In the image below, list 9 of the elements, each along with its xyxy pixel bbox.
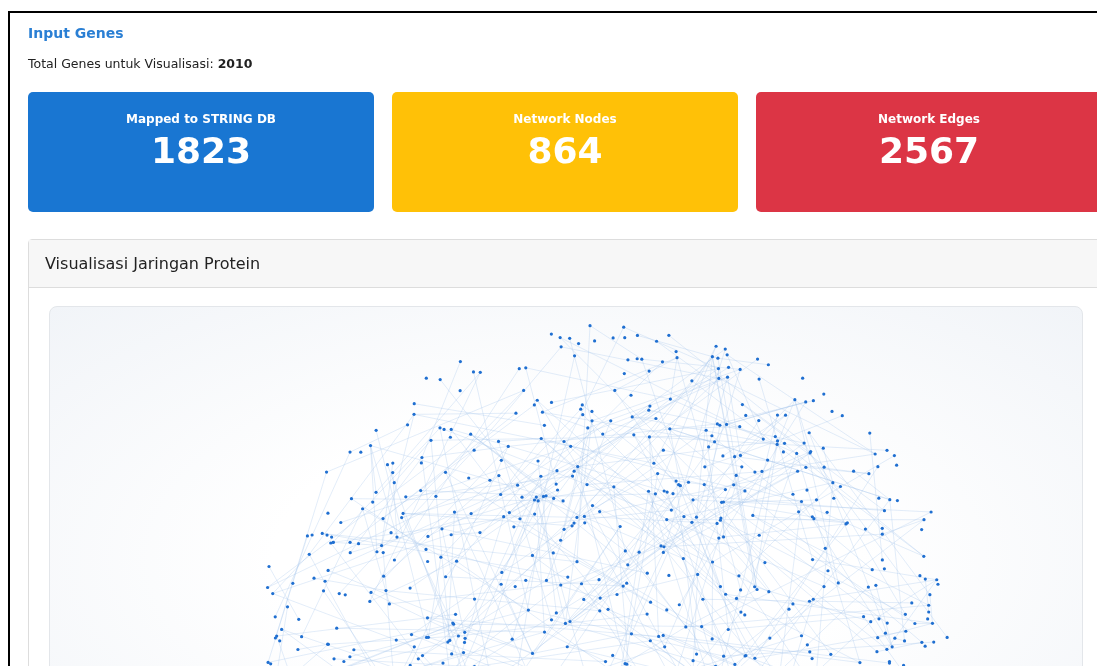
total-genes-text: Total Genes untuk Visualisasi: 2010 <box>28 56 253 71</box>
stat-value: 2567 <box>878 130 980 171</box>
stat-value: 864 <box>527 130 603 171</box>
panel-title: Visualisasi Jaringan Protein <box>45 254 261 273</box>
stat-label: Network Nodes <box>513 112 617 126</box>
stat-value: 1823 <box>150 130 252 171</box>
stat-label: Mapped to STRING DB <box>126 112 276 126</box>
input-genes-link[interactable]: Input Genes <box>28 25 124 41</box>
stat-label: Network Edges <box>878 112 980 126</box>
